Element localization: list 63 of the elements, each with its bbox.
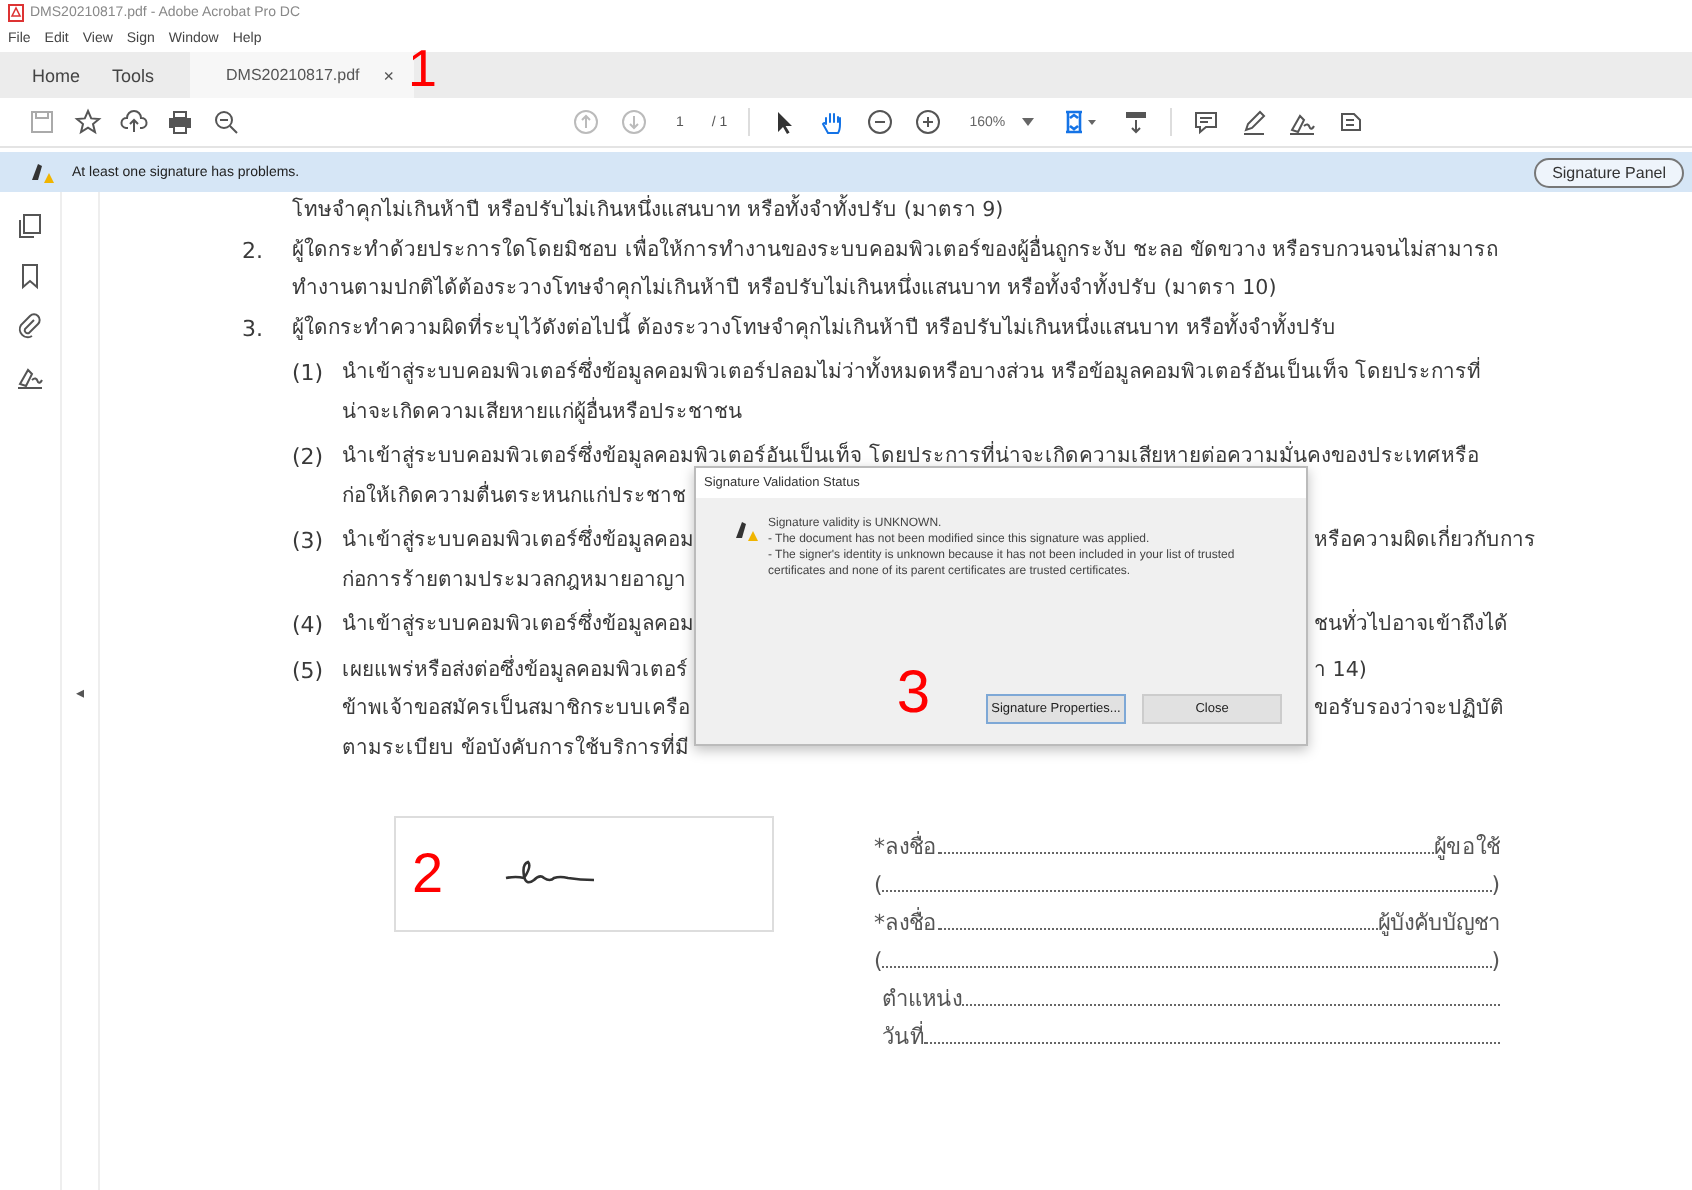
- star-icon[interactable]: [74, 108, 102, 136]
- signature-field[interactable]: 2: [394, 816, 774, 932]
- print-icon[interactable]: [166, 108, 194, 136]
- collapse-arrow[interactable]: ◂: [75, 683, 84, 701]
- signature-drawing: [503, 858, 596, 890]
- document-text: ผู้ใดกระทำด้วยประการใดโดยมิชอบ เพื่อให้การทำงานของระบบคอมพิวเตอร์ของผู้อื่นถูกระงับ ชะลอ ขัดขวาง หรือรบกวนจนไม่สามารถ: [292, 233, 1499, 266]
- document-text: ชนทั่วไปอาจเข้าถึงได้: [1314, 607, 1508, 640]
- document-text: า 14): [1314, 655, 1367, 685]
- signature-panel-button[interactable]: Signature Panel: [1534, 157, 1684, 187]
- document-text: นำเข้าสู่ระบบคอมพิวเตอร์ซึ่งข้อมูลคอม: [342, 523, 694, 556]
- annotation-number: 3: [896, 664, 930, 724]
- caret-icon: [1021, 118, 1034, 126]
- pen-icon[interactable]: [1239, 108, 1268, 136]
- cloud-upload-icon[interactable]: [120, 108, 148, 136]
- form-label: *ลงชื่อ: [874, 905, 937, 940]
- fit-page-icon[interactable]: [1061, 108, 1102, 136]
- parenthesis: ): [1491, 870, 1500, 902]
- form-label: วันที่: [882, 1019, 924, 1054]
- form-label: ผู้บังคับบัญชา: [1378, 908, 1500, 940]
- hand-icon[interactable]: [817, 108, 846, 136]
- document-text: น่าจะเกิดความเสียหายแก่ผู้อื่นหรือประชาชน: [342, 395, 742, 428]
- list-marker: 3.: [242, 313, 263, 345]
- stamp-icon[interactable]: [1335, 108, 1364, 136]
- scroll-mode-icon[interactable]: [1121, 108, 1150, 136]
- document-text: ผู้ใดกระทำความผิดที่ระบุไว้ดังต่อไปนี้ ต้องระวางโทษจำคุกไม่เกินห้าปี หรือปรับไม่เกินหนึ่งแสนบาท หรือทั้งจำทั้งปรับ: [292, 310, 1336, 344]
- pages-icon[interactable]: [16, 212, 44, 240]
- zoom-in-icon[interactable]: [913, 108, 942, 136]
- tab[interactable]: DMS20210817.pdf ×: [190, 52, 415, 98]
- paperclip-icon[interactable]: [16, 312, 44, 340]
- document-text: ขอรับรองว่าจะปฏิบัติ: [1314, 694, 1504, 724]
- close-icon[interactable]: ×: [383, 65, 395, 85]
- list-marker: (4): [292, 610, 324, 642]
- signature-warning-icon: [732, 516, 760, 544]
- document-text: ก่อให้เกิดความตื่นตระหนกแก่ประชาช: [342, 479, 686, 511]
- list-marker: (5): [292, 655, 324, 687]
- document-text: ข้าพเจ้าขอสมัครเป็นสมาชิกระบบเครือ: [342, 691, 690, 724]
- bookmark-icon[interactable]: [16, 262, 44, 290]
- document-text: นำเข้าสู่ระบบคอมพิวเตอร์ซึ่งข้อมูลคอมพิวเตอร์ปลอมไม่ว่าทั้งหมดหรือบางส่วน หรือข้อมูลคอมพิวเตอร์อันเป็นเท็จ โดยประการที่: [342, 354, 1482, 388]
- document-text: โทษจำคุกไม่เกินห้าปี หรือปรับไม่เกินหนึ่งแสนบาท หรือทั้งจำทั้งปรับ (มาตรา 9): [292, 192, 1004, 226]
- parenthesis: (: [874, 870, 883, 902]
- document-text: นำเข้าสู่ระบบคอมพิวเตอร์ซึ่งข้อมูลคอมพิวเตอร์อันเป็นเท็จ โดยประการที่น่าจะเกิดความเสียหายต่อความมั่นคงของประเทศหรือ: [342, 439, 1479, 472]
- list-marker: (1): [292, 358, 324, 390]
- document-text: นำเข้าสู่ระบบคอมพิวเตอร์ซึ่งข้อมูลคอม: [342, 607, 694, 640]
- document-text: ทำงานตามปกติได้ต้องระวางโทษจำคุกไม่เกินห้าปี หรือปรับไม่เกินหนึ่งแสนบาท หรือทั้งจำทั้งปรับ (มาตรา 10): [292, 270, 1277, 304]
- form-label: ตำแหน่ง: [882, 984, 962, 1016]
- document-text: ตามระเบียบ ข้อบังคับการใช้บริการที่มี: [342, 731, 689, 763]
- parenthesis: ): [1491, 946, 1500, 978]
- zoom-out-icon[interactable]: [865, 108, 894, 136]
- tab[interactable]: Tools: [96, 52, 171, 98]
- form-label: ผู้ขอใช้: [1434, 832, 1500, 864]
- list-marker: 2.: [242, 235, 263, 267]
- document-text: เผยแพร่หรือส่งต่อซึ่งข้อมูลคอมพิวเตอร์: [342, 653, 688, 686]
- comment-icon[interactable]: [1191, 108, 1220, 136]
- tab[interactable]: Home: [16, 52, 97, 98]
- zoom-out-icon[interactable]: [212, 108, 240, 136]
- list-marker: (3): [292, 526, 324, 558]
- document-text: ก่อการร้ายตามประมวลกฎหมายอาญา: [342, 565, 686, 595]
- list-marker: (2): [292, 442, 324, 474]
- parenthesis: (: [874, 946, 883, 978]
- annotation-number: 2: [412, 846, 444, 902]
- document-text: หรือความผิดเกี่ยวกับการ: [1314, 523, 1536, 556]
- form-label: *ลงชื่อ: [874, 829, 937, 864]
- signature-warning-icon: [28, 158, 56, 186]
